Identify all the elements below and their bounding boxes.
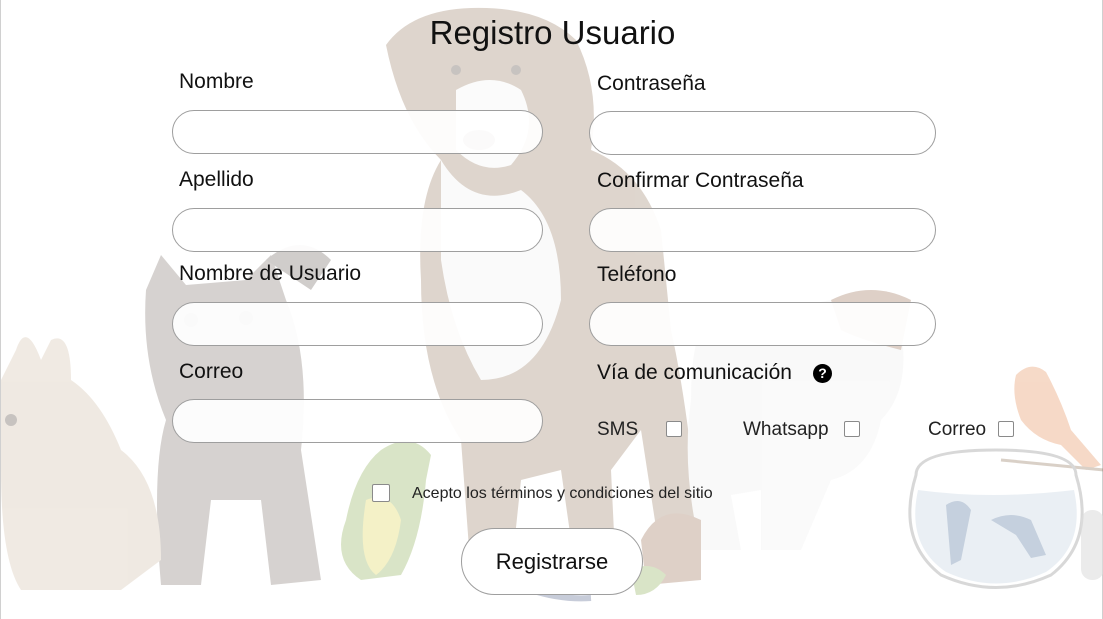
apellido-input[interactable] bbox=[172, 208, 543, 252]
pets-background-image bbox=[1, 7, 1103, 602]
via-comunicacion-label: Vía de comunicación bbox=[597, 361, 792, 384]
sms-checkbox[interactable] bbox=[666, 421, 682, 437]
terms-label: Acepto los términos y condiciones del si… bbox=[412, 485, 713, 502]
correo-label: Correo bbox=[179, 360, 244, 383]
parrot-illustration bbox=[341, 441, 431, 580]
apellido-label: Apellido bbox=[179, 168, 254, 191]
correo-option-label: Correo bbox=[928, 419, 987, 440]
correo-input[interactable] bbox=[172, 399, 543, 443]
telefono-input[interactable] bbox=[589, 302, 936, 346]
nombre-label: Nombre bbox=[179, 70, 254, 93]
contrasena-input[interactable] bbox=[589, 111, 936, 155]
sms-option-label: SMS bbox=[597, 419, 639, 440]
fishbowl-illustration bbox=[908, 448, 1084, 589]
whatsapp-checkbox[interactable] bbox=[844, 421, 860, 437]
page-title: Registro Usuario bbox=[429, 14, 676, 51]
nombre-input[interactable] bbox=[172, 110, 543, 154]
rabbit-illustration bbox=[1, 337, 161, 590]
registrarse-button[interactable]: Registrarse bbox=[461, 528, 643, 595]
confirmar-contrasena-label: Confirmar Contraseña bbox=[597, 169, 804, 192]
whatsapp-option-label: Whatsapp bbox=[743, 419, 829, 440]
contrasena-label: Contraseña bbox=[597, 72, 706, 95]
confirmar-contrasena-input[interactable] bbox=[589, 208, 936, 252]
correo-checkbox[interactable] bbox=[998, 421, 1014, 437]
nombre-usuario-input[interactable] bbox=[172, 302, 543, 346]
telefono-label: Teléfono bbox=[597, 263, 677, 286]
question-circle-icon[interactable]: ? bbox=[813, 364, 832, 383]
terms-checkbox[interactable] bbox=[372, 484, 390, 502]
nombre-usuario-label: Nombre de Usuario bbox=[179, 262, 362, 285]
